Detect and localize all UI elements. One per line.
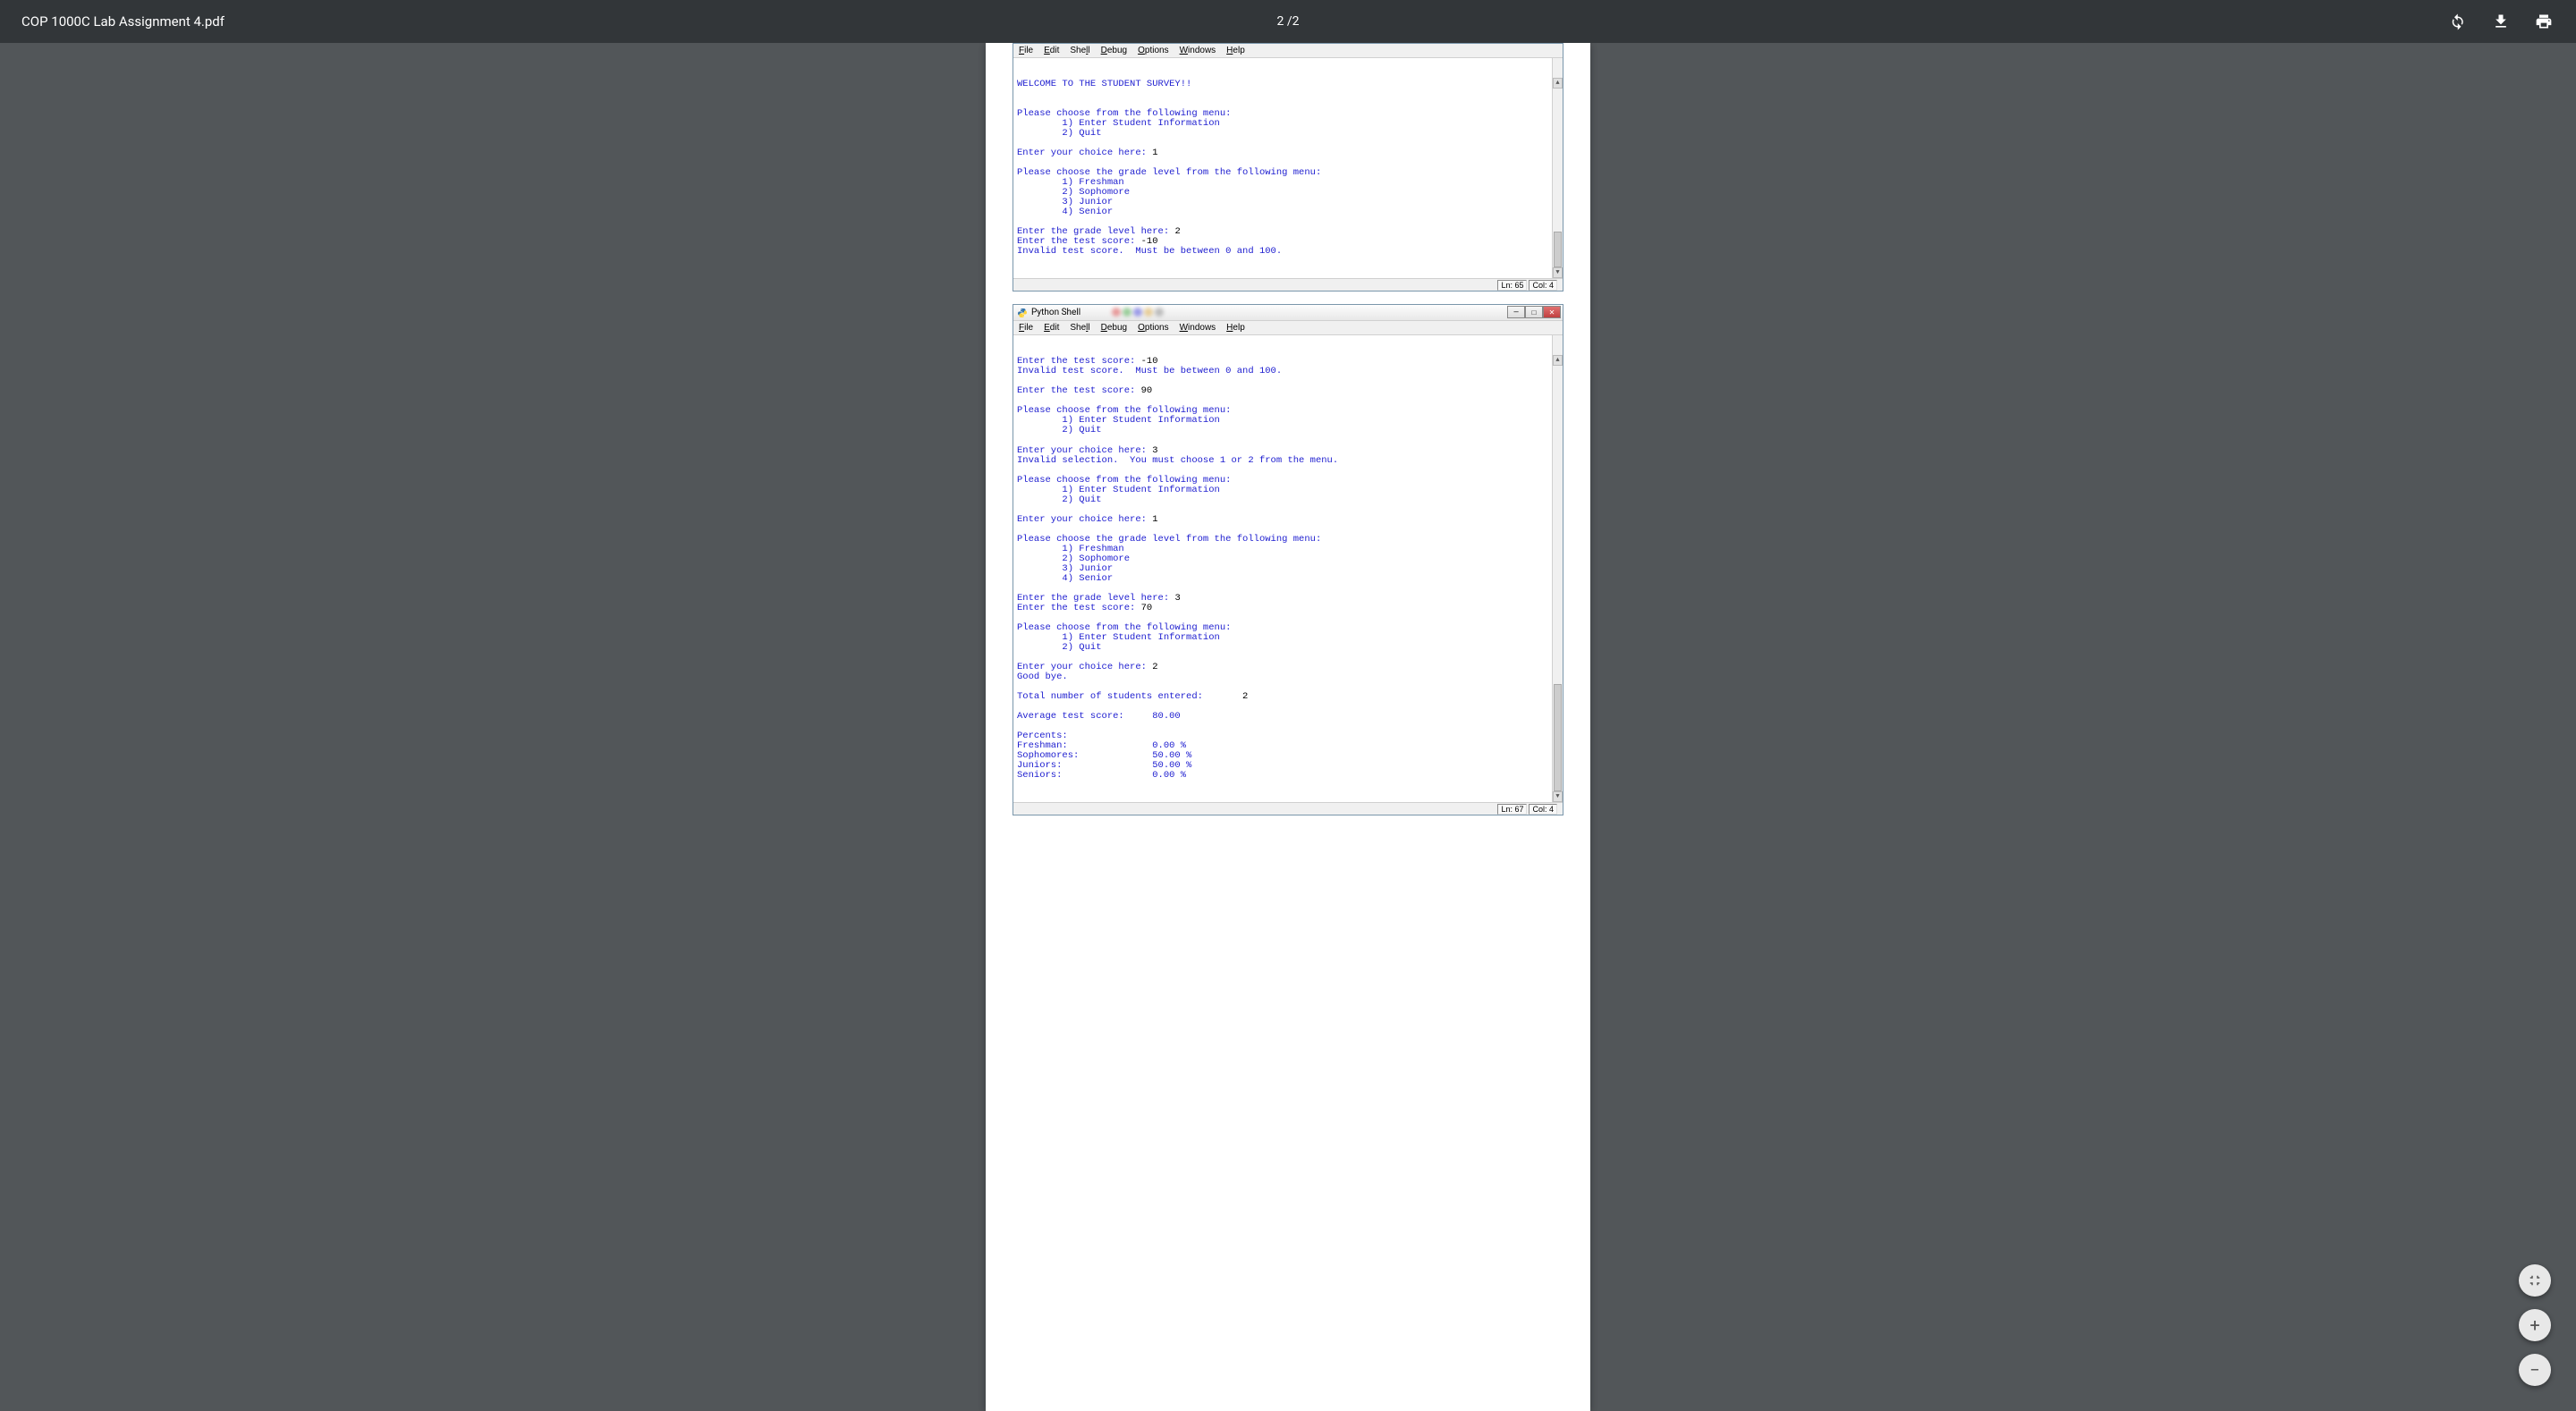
header-actions [2447,11,2555,32]
print-icon[interactable] [2533,11,2555,32]
shell-statusbar-1: Ln: 65Col: 4 [1013,278,1563,291]
menu-edit: Edit [1044,323,1059,333]
shell-menubar-2: File Edit Shell Debug Options Windows He… [1013,321,1563,335]
status-col: Col: 4 [1529,280,1557,291]
status-ln: Ln: 67 [1497,804,1527,815]
rotate-icon[interactable] [2447,11,2469,32]
status-ln: Ln: 65 [1497,280,1527,291]
shell-statusbar-2: Ln: 67Col: 4 [1013,802,1563,815]
shell-title-text: Python Shell [1031,308,1080,317]
menu-debug: Debug [1101,323,1127,333]
menu-shell: Shell [1070,46,1089,55]
scrollbar-2: ▲ ▼ [1552,335,1563,802]
shell-titlebar-2: Python Shell — □ ✕ [1013,305,1563,321]
menu-file: File [1019,46,1033,55]
scroll-thumb [1554,232,1562,267]
scroll-down-arrow-icon: ▼ [1553,267,1563,278]
scroll-thumb [1554,684,1562,791]
scroll-down-arrow-icon: ▼ [1553,791,1563,802]
pdf-content-area[interactable]: File Edit Shell Debug Options Windows He… [0,43,2576,1411]
blurred-taskbar [1112,305,1164,319]
pdf-page: File Edit Shell Debug Options Windows He… [986,43,1590,1411]
shell-menubar-1: File Edit Shell Debug Options Windows He… [1013,44,1563,58]
menu-windows: Windows [1180,46,1216,55]
zoom-out-button[interactable]: − [2519,1354,2551,1386]
page-indicator: 2 /2 [1277,14,1300,29]
menu-help: Help [1226,46,1245,55]
minimize-icon: — [1507,306,1525,318]
menu-options: Options [1138,46,1168,55]
zoom-in-button[interactable]: + [2519,1309,2551,1341]
fit-page-button[interactable] [2519,1264,2551,1297]
menu-file: File [1019,323,1033,333]
python-shell-window-1: File Edit Shell Debug Options Windows He… [1013,43,1563,291]
menu-edit: Edit [1044,46,1059,55]
menu-windows: Windows [1180,323,1216,333]
download-icon[interactable] [2490,11,2512,32]
document-title: COP 1000C Lab Assignment 4.pdf [21,13,225,30]
menu-shell: Shell [1070,323,1089,333]
pdf-viewer-header: COP 1000C Lab Assignment 4.pdf 2 /2 [0,0,2576,43]
scrollbar-1: ▲ ▼ [1552,58,1563,278]
menu-debug: Debug [1101,46,1127,55]
window-buttons: — □ ✕ [1507,306,1561,318]
close-icon: ✕ [1543,306,1561,318]
python-shell-window-2: Python Shell — □ ✕ File Edit Shell [1013,304,1563,815]
menu-help: Help [1226,323,1245,333]
maximize-icon: □ [1525,306,1543,318]
menu-options: Options [1138,323,1168,333]
python-icon [1017,308,1028,318]
fab-container: + − [2519,1264,2551,1386]
shell-output-2: Enter the test score: -10Invalid test sc… [1013,335,1563,802]
shell-output-1: WELCOME TO THE STUDENT SURVEY!! Please c… [1013,58,1563,278]
status-col: Col: 4 [1529,804,1557,815]
